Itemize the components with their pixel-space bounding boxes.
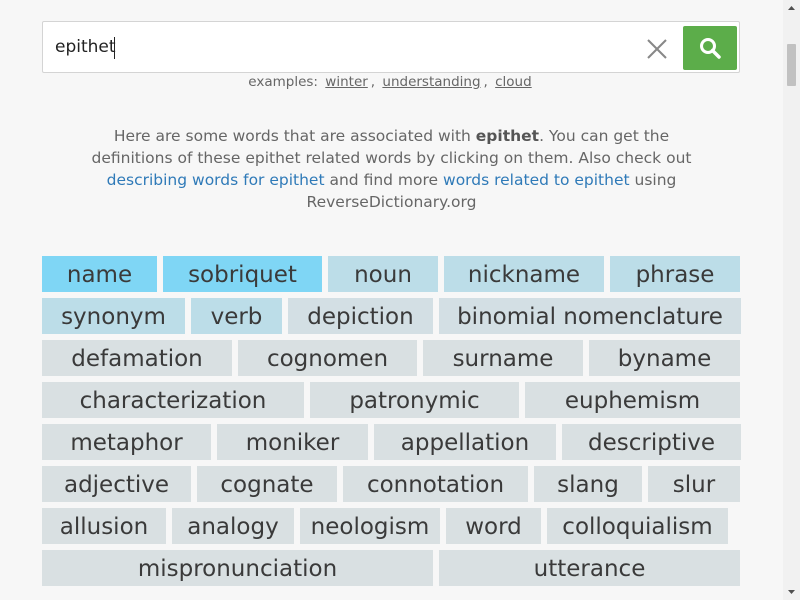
related-word-tag[interactable]: byname xyxy=(589,340,740,376)
tag-row: characterization patronymic euphemism xyxy=(42,382,742,418)
tag-row: metaphor moniker appellation descriptive xyxy=(42,424,742,460)
example-link-winter[interactable]: winter xyxy=(325,74,368,90)
related-word-tag[interactable]: name xyxy=(42,256,157,292)
tag-row: synonym verb depiction binomial nomenclatur… xyxy=(42,298,742,334)
related-word-tag[interactable]: slur xyxy=(648,466,740,502)
tag-row: mispronunciation utterance xyxy=(42,550,742,586)
intro-part: and find more xyxy=(324,171,444,189)
close-icon xyxy=(647,39,667,59)
triangle-down-icon xyxy=(788,590,795,594)
examples-prefix: examples: xyxy=(248,74,318,90)
related-word-tag[interactable]: cognomen xyxy=(238,340,417,376)
search-button[interactable] xyxy=(683,26,737,70)
related-word-tag[interactable]: synonym xyxy=(42,298,185,334)
related-word-tag[interactable]: euphemism xyxy=(525,382,740,418)
separator: , xyxy=(370,74,376,90)
intro-part: Here are some words that are associated … xyxy=(113,127,476,145)
search-box xyxy=(42,21,740,73)
related-word-tag[interactable]: adjective xyxy=(42,466,191,502)
related-word-tag[interactable]: surname xyxy=(423,340,583,376)
search-icon xyxy=(700,38,721,59)
triangle-up-icon xyxy=(788,6,795,10)
related-word-tag[interactable]: connotation xyxy=(343,466,528,502)
example-link-understanding[interactable]: understanding xyxy=(382,74,480,90)
related-words-link[interactable]: words related to epithet xyxy=(443,171,630,189)
related-word-tag[interactable]: moniker xyxy=(217,424,368,460)
related-word-tag[interactable]: characterization xyxy=(42,382,304,418)
scroll-down-button[interactable] xyxy=(783,583,800,600)
related-word-tag[interactable]: nickname xyxy=(444,256,604,292)
related-word-tag[interactable]: defamation xyxy=(42,340,232,376)
related-word-tag[interactable]: noun xyxy=(328,256,438,292)
describing-words-link[interactable]: describing words for epithet xyxy=(107,171,325,189)
tag-row: adjective cognate connotation slang slur xyxy=(42,466,742,502)
tag-row: allusion analogy neologism word colloquialis… xyxy=(42,508,742,544)
related-word-tag[interactable]: neologism xyxy=(300,508,440,544)
examples-line: examples: winter, understanding, cloud xyxy=(0,74,783,90)
related-word-tag[interactable]: sobriquet xyxy=(163,256,322,292)
related-word-tag[interactable]: appellation xyxy=(374,424,556,460)
related-word-tag[interactable]: descriptive xyxy=(562,424,741,460)
related-word-tag[interactable]: metaphor xyxy=(42,424,211,460)
related-word-tag[interactable]: utterance xyxy=(439,550,740,586)
related-words-cloud: name sobriquet noun nickname phrase synonym ve… xyxy=(42,256,742,592)
related-word-tag[interactable]: mispronunciation xyxy=(42,550,433,586)
clear-button[interactable] xyxy=(644,36,670,62)
related-word-tag[interactable]: patronymic xyxy=(310,382,519,418)
related-word-tag[interactable]: word xyxy=(446,508,541,544)
page: examples: winter, understanding, cloud H… xyxy=(0,0,800,600)
related-word-tag[interactable]: cognate xyxy=(197,466,337,502)
scrollbar[interactable] xyxy=(783,0,800,600)
related-word-tag[interactable]: colloquialism xyxy=(547,508,728,544)
related-word-tag[interactable]: depiction xyxy=(288,298,433,334)
intro-query-word: epithet xyxy=(475,127,540,145)
search-input[interactable] xyxy=(55,22,625,72)
scroll-up-button[interactable] xyxy=(783,0,800,17)
related-word-tag[interactable]: phrase xyxy=(610,256,740,292)
scrollbar-thumb[interactable] xyxy=(787,44,796,86)
text-caret xyxy=(114,37,115,59)
related-word-tag[interactable]: verb xyxy=(191,298,282,334)
intro-text: Here are some words that are associated … xyxy=(90,125,693,213)
tag-row: name sobriquet noun nickname phrase xyxy=(42,256,742,292)
related-word-tag[interactable]: allusion xyxy=(42,508,166,544)
separator: , xyxy=(483,74,488,90)
related-word-tag[interactable]: slang xyxy=(534,466,642,502)
example-link-cloud[interactable]: cloud xyxy=(495,74,532,90)
tag-row: defamation cognomen surname byname xyxy=(42,340,742,376)
related-word-tag[interactable]: analogy xyxy=(172,508,294,544)
related-word-tag[interactable]: binomial nomenclature xyxy=(439,298,741,334)
